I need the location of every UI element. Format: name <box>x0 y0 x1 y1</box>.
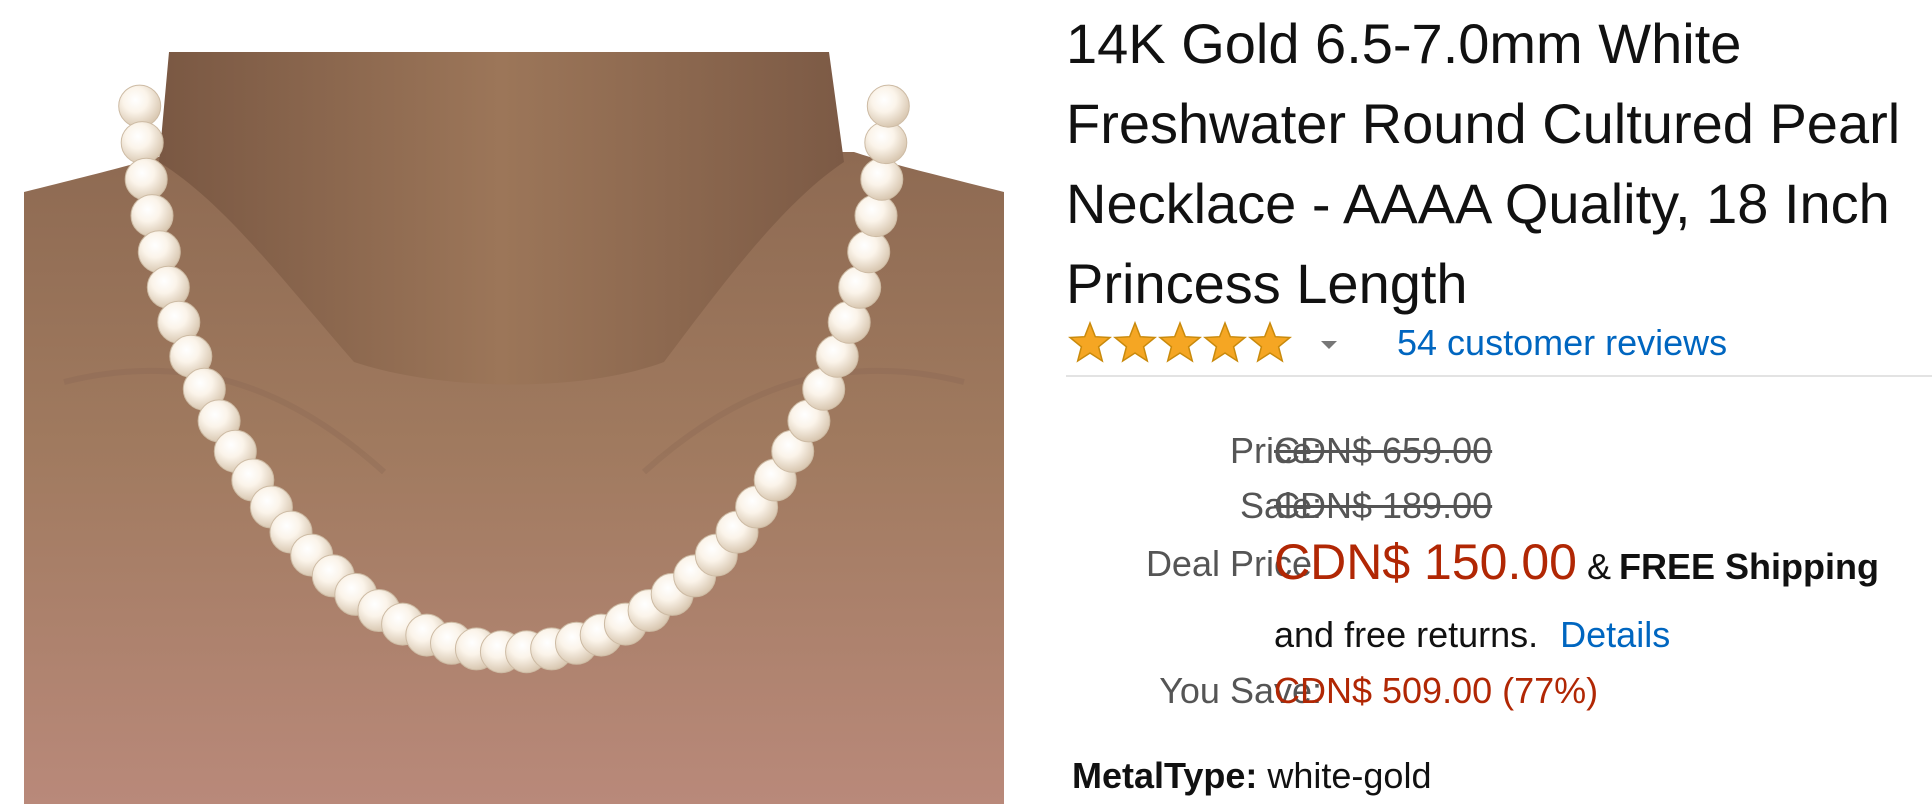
customer-reviews-link[interactable]: 54 customer reviews <box>1397 322 1727 364</box>
deal-price-line: CDN$ 150.00 & FREE Shipping <box>1274 533 1879 591</box>
star-icon <box>1068 321 1112 363</box>
divider <box>1066 375 1932 377</box>
you-save-value: CDN$ 509.00 (77%) <box>1274 670 1599 711</box>
pearl <box>124 157 168 201</box>
star-rating[interactable] <box>1068 321 1293 365</box>
star-icon <box>1158 321 1202 363</box>
pearl <box>866 84 910 128</box>
star-icon <box>1203 321 1247 363</box>
metal-type-row: MetalType: white-gold <box>1072 755 1431 797</box>
pearl <box>130 194 174 238</box>
pearl <box>118 84 162 128</box>
shipping-ampersand: & <box>1586 546 1611 587</box>
sale-price: CDN$ 189.00 <box>1274 485 1493 526</box>
list-price: CDN$ 659.00 <box>1274 430 1493 471</box>
product-page: 14K Gold 6.5-7.0mm White Freshwater Roun… <box>0 0 1932 808</box>
metal-type-value: white-gold <box>1267 755 1432 796</box>
pearl <box>120 121 164 165</box>
product-image[interactable] <box>24 52 1004 804</box>
chevron-down-icon[interactable] <box>1321 341 1337 349</box>
pearl <box>860 157 904 201</box>
returns-text: and free returns. <box>1274 614 1539 655</box>
pearl <box>137 230 181 274</box>
pearl <box>854 194 898 238</box>
star-icon <box>1113 321 1157 363</box>
product-title: 14K Gold 6.5-7.0mm White Freshwater Roun… <box>1066 12 1901 315</box>
free-shipping-text: FREE Shipping <box>1618 546 1879 587</box>
pearl-necklace-photo <box>24 52 1004 804</box>
details-link[interactable]: Details <box>1560 614 1670 655</box>
pearl <box>864 121 908 165</box>
metal-type-label: MetalType: <box>1072 755 1258 796</box>
pearl <box>838 265 882 309</box>
returns-line: and free returns. Details <box>1274 614 1670 656</box>
pearl <box>847 230 891 274</box>
deal-price: CDN$ 150.00 <box>1274 534 1577 590</box>
product-info: 14K Gold 6.5-7.0mm White Freshwater Roun… <box>1066 0 1932 808</box>
star-icon <box>1248 321 1292 363</box>
rating-row: 54 customer reviews <box>1068 318 1727 368</box>
